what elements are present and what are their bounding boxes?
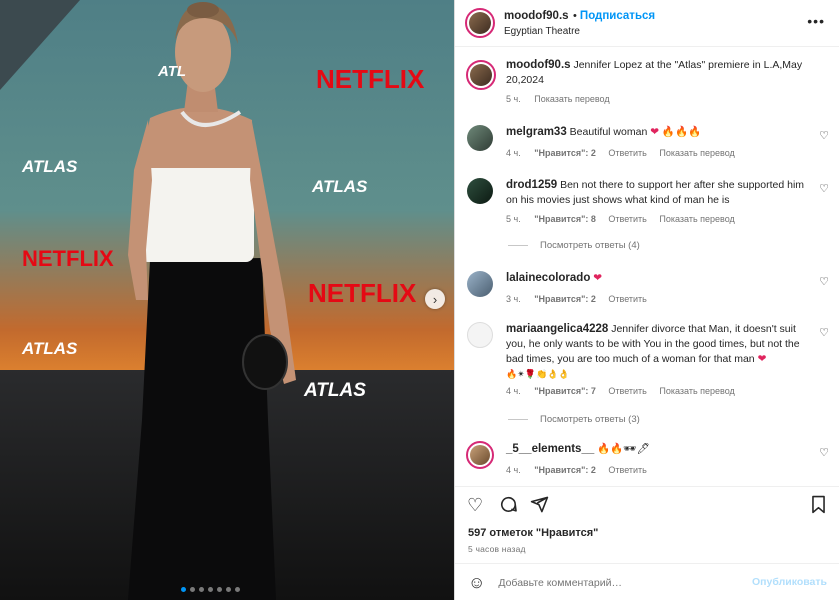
post-header: moodof90.s • Подписаться Egyptian Theatr… [455, 0, 839, 47]
comment-likes[interactable]: "Нравится": 7 [534, 386, 596, 396]
heart-icon[interactable]: ♡ [819, 326, 829, 339]
comment-emoji: ❤ 🔥🔥🔥 [650, 126, 702, 138]
emoji-icon[interactable]: ☺ [468, 573, 485, 593]
comment-likes[interactable]: "Нравится": 2 [534, 294, 596, 304]
post-time: 5 часов назад [468, 544, 526, 554]
carousel-dot [217, 587, 222, 592]
avatar[interactable] [466, 60, 496, 90]
comment-likes[interactable]: "Нравится": 8 [534, 214, 596, 224]
avatar[interactable] [467, 271, 493, 297]
comment-composer: ☺ Опубликовать [455, 563, 839, 601]
netflix-logo-3: NETFLIX [308, 278, 417, 308]
heart-icon[interactable]: ♡ [819, 129, 829, 142]
comment-emoji: ❤ [593, 272, 603, 284]
view-replies-button[interactable]: Посмотреть ответы (3) [508, 414, 640, 425]
avatar[interactable] [467, 125, 493, 151]
reply-link[interactable]: Ответить [608, 386, 646, 396]
heart-icon[interactable]: ♡ [819, 275, 829, 288]
action-bar: ♡ [455, 486, 839, 527]
comment-username[interactable]: lalainecolorado [506, 272, 590, 284]
reply-link[interactable]: Ответить [608, 214, 646, 224]
netflix-logo-1: NETFLIX [316, 64, 425, 94]
reply-link[interactable]: Ответить [608, 465, 646, 475]
comment-time: 4 ч. [506, 465, 521, 475]
view-replies-button[interactable]: Посмотреть ответы (4) [508, 240, 640, 251]
translate-link[interactable]: Показать перевод [659, 148, 734, 158]
follow-button[interactable]: Подписаться [580, 10, 655, 22]
comment-emoji: ❤ [757, 353, 767, 365]
publish-button[interactable]: Опубликовать [752, 576, 827, 588]
atlas-logo-4: ATLAS [303, 380, 366, 401]
atlas-logo-1: ATLAS [21, 157, 78, 176]
comment-time: 4 ч. [506, 386, 521, 396]
carousel-dot [181, 587, 186, 592]
avatar[interactable] [466, 441, 494, 469]
translate-link[interactable]: Показать перевод [534, 94, 609, 104]
translate-link[interactable]: Показать перевод [659, 214, 734, 224]
comment-likes[interactable]: "Нравится": 2 [534, 465, 596, 475]
carousel-dot [190, 587, 195, 592]
comment-time: 3 ч. [506, 294, 521, 304]
netflix-logo-2: NETFLIX [22, 246, 114, 271]
avatar[interactable] [465, 8, 495, 38]
atlas-logo-2: ATLAS [311, 177, 368, 196]
comment-username[interactable]: mariaangelica4228 [506, 323, 608, 335]
post-panel: moodof90.s • Подписаться Egyptian Theatr… [454, 0, 839, 600]
atlas-logo-5: ATL [157, 63, 186, 80]
comment-emoji: 🔥🔥🕶🖊 [597, 443, 650, 455]
heart-icon[interactable]: ♡ [819, 182, 829, 195]
comment-time: 5 ч. [506, 214, 521, 224]
comment-time: 4 ч. [506, 148, 521, 158]
bookmark-icon[interactable] [810, 495, 827, 519]
view-replies-label: Посмотреть ответы (3) [540, 414, 640, 425]
reply-link[interactable]: Ответить [608, 148, 646, 158]
avatar[interactable] [467, 178, 493, 204]
caption-username[interactable]: moodof90.s [506, 59, 571, 71]
comment-likes[interactable]: "Нравится": 2 [534, 148, 596, 158]
location-link[interactable]: Egyptian Theatre [504, 24, 655, 39]
carousel-dot [226, 587, 231, 592]
caption-time: 5 ч. [506, 94, 521, 104]
reply-link[interactable]: Ответить [608, 294, 646, 304]
comment-icon[interactable] [499, 495, 518, 519]
photo-image: NETFLIX ATLAS ATLAS NETFLIX NETFLIX ATLA… [0, 0, 454, 600]
comment-emoji-line: 🔥✴🌹👏👌👌 [506, 369, 570, 379]
author-username[interactable]: moodof90.s [504, 10, 569, 22]
comment-input[interactable] [496, 575, 731, 590]
likes-count[interactable]: 597 отметок "Нравится" [468, 527, 598, 539]
carousel-dots [181, 587, 240, 592]
comment-username[interactable]: drod1259 [506, 179, 557, 191]
comment-username[interactable]: _5__elements__ [506, 443, 594, 455]
post-photo[interactable]: NETFLIX ATLAS ATLAS NETFLIX NETFLIX ATLA… [0, 0, 454, 600]
heart-icon[interactable]: ♡ [819, 446, 829, 459]
comments-list[interactable]: moodof90.s Jennifer Lopez at the "Atlas"… [455, 50, 839, 482]
view-replies-label: Посмотреть ответы (4) [540, 240, 640, 251]
carousel-dot [208, 587, 213, 592]
carousel-dot [199, 587, 204, 592]
carousel-dot [235, 587, 240, 592]
comment-username[interactable]: melgram33 [506, 126, 567, 138]
avatar[interactable] [467, 322, 493, 348]
comment-text: Beautiful woman [569, 126, 648, 138]
heart-icon[interactable]: ♡ [467, 495, 483, 516]
translate-link[interactable]: Показать перевод [659, 386, 734, 396]
more-icon[interactable]: ••• [807, 13, 825, 29]
chevron-right-icon[interactable]: › [425, 289, 445, 309]
atlas-logo-3: ATLAS [21, 339, 78, 358]
share-icon[interactable] [530, 495, 549, 519]
